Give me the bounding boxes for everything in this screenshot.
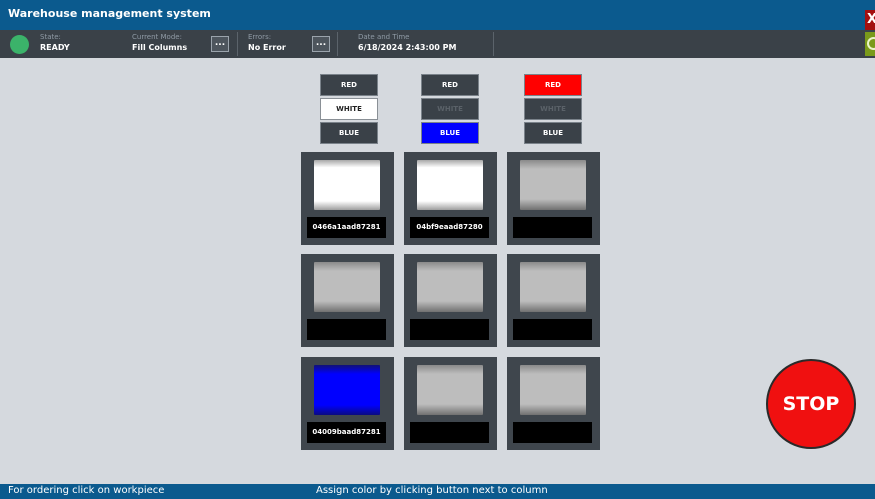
mode-value: Fill Columns	[132, 43, 188, 52]
col3-blue-button[interactable]: BLUE	[524, 122, 582, 144]
storage-slot-r3c2[interactable]	[404, 357, 497, 450]
datetime-value: 6/18/2024 2:43:00 PM	[358, 43, 457, 52]
storage-slot-r1c1[interactable]: 0466a1aad87281	[301, 152, 394, 245]
check-circle-icon	[867, 37, 875, 50]
stop-button[interactable]: STOP	[766, 359, 856, 449]
mode-select-button[interactable]: ...	[211, 36, 229, 52]
storage-slot-r2c3[interactable]	[507, 254, 600, 347]
storage-slot-r2c2[interactable]	[404, 254, 497, 347]
workpiece-id	[307, 319, 386, 340]
workpiece-white[interactable]	[314, 160, 380, 210]
workpiece-id: 0466a1aad87281	[307, 217, 386, 238]
confirm-button[interactable]	[865, 32, 875, 56]
datetime-field: Date and Time 6/18/2024 2:43:00 PM	[358, 33, 456, 53]
col3-white-button[interactable]: WHITE	[524, 98, 582, 120]
col2-blue-button[interactable]: BLUE	[421, 122, 479, 144]
errors-field: Errors: No Error	[248, 33, 286, 53]
status-indicator-icon	[10, 35, 29, 54]
empty-slot	[417, 365, 483, 415]
errors-label: Errors:	[248, 33, 272, 41]
window-title: Warehouse management system	[8, 7, 211, 20]
state-field: State: READY	[40, 33, 70, 53]
workpiece-id: 04bf9eaad87280	[410, 217, 489, 238]
empty-slot	[520, 160, 586, 210]
storage-slot-r1c2[interactable]: 04bf9eaad87280	[404, 152, 497, 245]
status-bar: State: READY Current Mode: Fill Columns …	[0, 30, 875, 58]
workpiece-id	[410, 319, 489, 340]
col2-white-button[interactable]: WHITE	[421, 98, 479, 120]
col2-red-button[interactable]: RED	[421, 74, 479, 96]
col1-red-button[interactable]: RED	[320, 74, 378, 96]
datetime-label: Date and Time	[358, 33, 410, 41]
storage-slot-r3c3[interactable]	[507, 357, 600, 450]
footer-hint-left: For ordering click on workpiece	[8, 485, 165, 496]
divider	[493, 32, 494, 56]
storage-slot-r1c3[interactable]	[507, 152, 600, 245]
divider	[237, 32, 238, 56]
empty-slot	[520, 262, 586, 312]
col1-white-button[interactable]: WHITE	[320, 98, 378, 120]
close-button[interactable]: X	[865, 10, 875, 30]
workpiece-blue[interactable]	[314, 365, 380, 415]
footer-bar: For ordering click on workpiece Assign c…	[0, 484, 875, 499]
title-bar: Warehouse management system	[0, 0, 875, 30]
workpiece-white[interactable]	[417, 160, 483, 210]
divider	[337, 32, 338, 56]
footer-hint-center: Assign color by clicking button next to …	[316, 485, 548, 496]
empty-slot	[417, 262, 483, 312]
workpiece-id	[513, 422, 592, 443]
mode-field: Current Mode: Fill Columns	[132, 33, 187, 53]
mode-label: Current Mode:	[132, 33, 182, 41]
storage-slot-r2c1[interactable]	[301, 254, 394, 347]
empty-slot	[314, 262, 380, 312]
state-value: READY	[40, 43, 70, 52]
empty-slot	[520, 365, 586, 415]
state-label: State:	[40, 33, 61, 41]
storage-slot-r3c1[interactable]: 04009baad87281	[301, 357, 394, 450]
workpiece-id	[410, 422, 489, 443]
workpiece-id: 04009baad87281	[307, 422, 386, 443]
col3-red-button[interactable]: RED	[524, 74, 582, 96]
errors-value: No Error	[248, 43, 286, 52]
workpiece-id	[513, 217, 592, 238]
col1-blue-button[interactable]: BLUE	[320, 122, 378, 144]
workpiece-id	[513, 319, 592, 340]
errors-detail-button[interactable]: ...	[312, 36, 330, 52]
